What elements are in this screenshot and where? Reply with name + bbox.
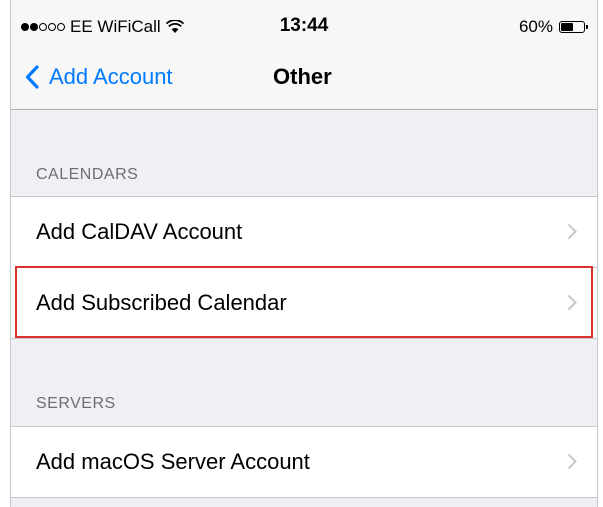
chevron-right-icon: [567, 294, 577, 311]
status-right: 60%: [518, 17, 588, 37]
status-time: 13:44: [279, 15, 329, 36]
row-label: Add Subscribed Calendar: [36, 290, 287, 315]
chevron-left-icon: [25, 65, 39, 89]
section-header-calendars: CALENDARS: [36, 166, 139, 183]
calendars-group: Add CalDAV Account Add Subscribed Calend…: [11, 196, 597, 339]
add-macos-server-account-row[interactable]: Add macOS Server Account: [11, 427, 597, 497]
page-title: Other: [273, 64, 332, 89]
status-bar: EE WiFiCall 13:44 60%: [11, 0, 597, 50]
battery-percentage: 60%: [518, 17, 553, 36]
row-label: Add macOS Server Account: [36, 449, 310, 474]
chevron-right-icon: [567, 453, 577, 470]
settings-screen: EE WiFiCall 13:44 60% Add Account Other …: [10, 0, 598, 507]
chevron-right-icon: [567, 223, 577, 240]
battery-icon: [559, 21, 588, 33]
navigation-bar: Add Account Other: [11, 50, 597, 110]
back-button-label: Add Account: [49, 64, 173, 89]
servers-group: Add macOS Server Account: [11, 426, 597, 498]
add-caldav-account-row[interactable]: Add CalDAV Account: [11, 197, 597, 267]
row-label: Add CalDAV Account: [36, 219, 243, 244]
back-button[interactable]: Add Account: [25, 64, 173, 90]
add-subscribed-calendar-row[interactable]: Add Subscribed Calendar: [11, 268, 597, 338]
section-header-servers: SERVERS: [36, 395, 116, 412]
